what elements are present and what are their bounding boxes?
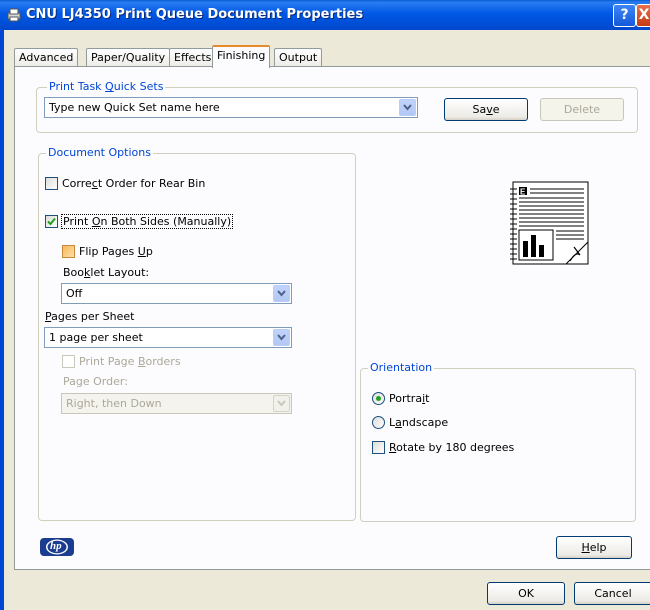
booklet-layout-value: Off [66, 287, 83, 300]
document-preview-image: E [508, 181, 590, 267]
title-bar: CNU LJ4350 Print Queue Document Properti… [0, 0, 650, 30]
page-order-label: Page Order: [63, 375, 128, 388]
tab-paper-quality[interactable]: Paper/Quality [86, 48, 171, 67]
quick-set-combo[interactable]: Type new Quick Set name here [44, 97, 418, 118]
quick-set-value: Type new Quick Set name here [49, 101, 220, 114]
pages-per-sheet-combo[interactable]: 1 page per sheet [44, 327, 292, 348]
help-button[interactable]: Help [556, 536, 632, 559]
save-button[interactable]: Save [444, 98, 528, 121]
close-button[interactable]: X [636, 4, 650, 27]
svg-text:E: E [520, 188, 526, 197]
chevron-down-icon[interactable] [273, 329, 290, 346]
chevron-down-icon[interactable] [273, 285, 290, 302]
booklet-layout-combo[interactable]: Off [61, 283, 292, 304]
hp-logo: hp [40, 538, 74, 556]
orientation-legend: Orientation [368, 361, 435, 374]
pages-per-sheet-label: Pages per Sheet [45, 310, 135, 323]
chevron-down-icon[interactable] [273, 395, 290, 412]
tab-advanced[interactable]: Advanced [14, 48, 79, 67]
tab-output[interactable]: Output [274, 48, 323, 67]
hp-logo-text: hp [50, 540, 62, 552]
page-order-value: Right, then Down [66, 397, 162, 410]
quick-sets-legend: Print Task Quick Sets [47, 80, 166, 93]
tab-effects[interactable]: Effects [169, 48, 217, 67]
tab-finishing[interactable]: Finishing [212, 45, 271, 68]
ok-button[interactable]: OK [487, 582, 565, 605]
window-title: CNU LJ4350 Print Queue Document Properti… [26, 7, 364, 22]
window-border [0, 30, 4, 610]
page-order-combo[interactable]: Right, then Down [61, 393, 292, 414]
delete-button[interactable]: Delete [540, 98, 624, 121]
checkmark-icon[interactable] [45, 215, 58, 228]
chevron-down-icon[interactable] [399, 99, 416, 116]
pages-per-sheet-value: 1 page per sheet [49, 331, 143, 344]
help-title-button[interactable]: ? [613, 4, 636, 27]
document-options-legend: Document Options [46, 146, 153, 159]
printer-icon [6, 7, 22, 23]
booklet-layout-label: Booklet Layout: [63, 266, 150, 279]
cancel-button[interactable]: Cancel [574, 582, 650, 605]
